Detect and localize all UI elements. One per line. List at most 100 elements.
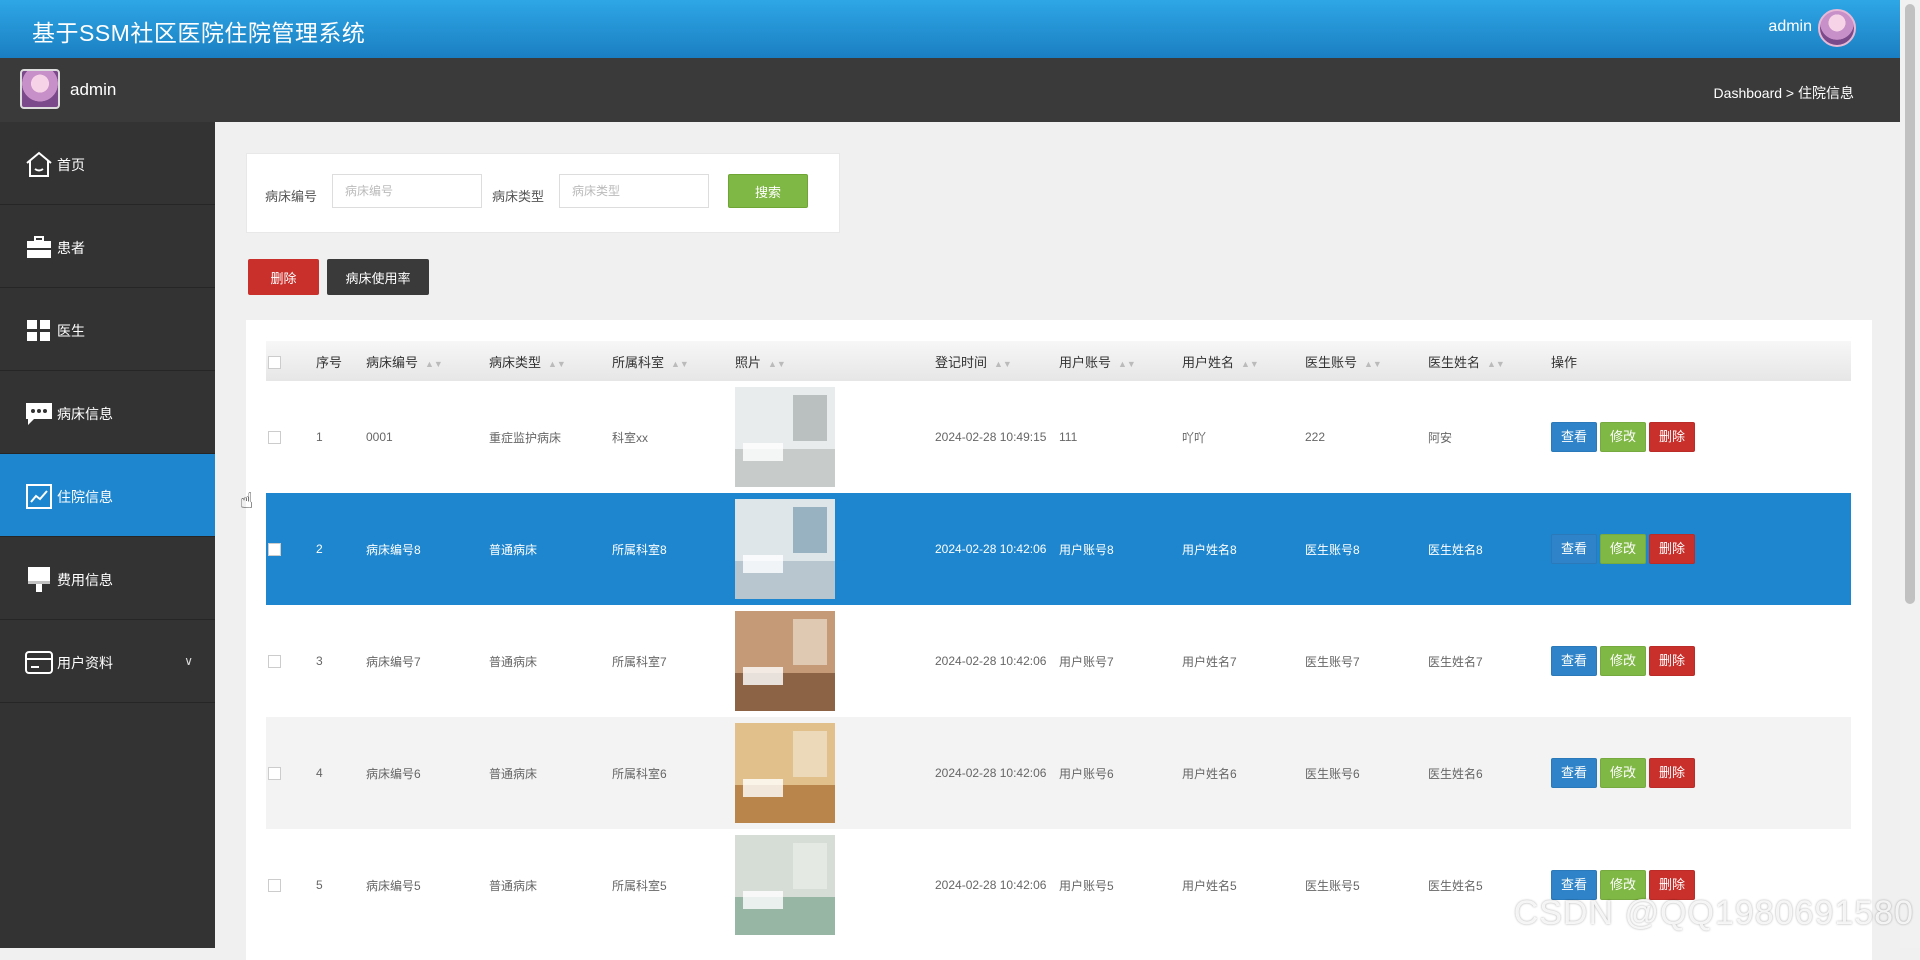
- sidebar-item-patients[interactable]: 患者: [0, 205, 215, 288]
- sidebar-user-name: admin: [70, 80, 117, 99]
- table-panel: 序号 病床编号 ▲▼ 病床类型 ▲▼ 所属科室 ▲▼ 照片 ▲▼ 登记时间 ▲▼ 用户账号…: [246, 320, 1872, 960]
- col-header: 操作: [1551, 354, 1578, 370]
- sidebar-item-label: 医生: [57, 323, 85, 339]
- row-checkbox[interactable]: [268, 543, 281, 557]
- doctor-account-cell: 医生账号5: [1305, 878, 1360, 893]
- ward-photo[interactable]: [735, 835, 835, 935]
- delete-button[interactable]: 删除: [1649, 422, 1696, 452]
- doctor-account-cell: 222: [1305, 430, 1326, 444]
- user-account-cell: 111: [1059, 430, 1078, 444]
- scrollbar-thumb[interactable]: [1905, 4, 1915, 604]
- top-avatar[interactable]: [1818, 9, 1856, 47]
- col-header[interactable]: 用户账号 ▲▼: [1059, 341, 1182, 381]
- app-title: 基于SSM社区医院住院管理系统: [32, 20, 366, 46]
- user-name-cell: 用户姓名5: [1182, 878, 1237, 893]
- register-time-cell: 2024-02-28 10:42:06: [935, 878, 1047, 892]
- edit-button[interactable]: 修改: [1600, 646, 1647, 676]
- col-header[interactable]: 医生姓名 ▲▼: [1428, 341, 1551, 381]
- table-row[interactable]: 1 0001 重症监护病床 科室xx 2024-02-28 10:49:15 111 吖吖 2…: [266, 381, 1851, 493]
- bed-type-label: 病床类型: [492, 189, 545, 204]
- select-all-checkbox[interactable]: [268, 355, 281, 369]
- batch-delete-button[interactable]: 删除: [248, 259, 319, 295]
- watermark: CSDN @QQ1980691580: [1513, 894, 1914, 932]
- sidebar-item-label: 首页: [57, 157, 85, 173]
- user-account-cell: 用户账号8: [1059, 542, 1114, 557]
- dept-cell: 所属科室7: [612, 654, 667, 669]
- sidebar-item-label: 患者: [57, 240, 85, 256]
- table-row[interactable]: 2 病床编号8 普通病床 所属科室8 2024-02-28 10:42:06 用户账号8 用…: [266, 493, 1851, 605]
- row-index: 2: [316, 542, 323, 556]
- col-header[interactable]: 病床类型 ▲▼: [489, 341, 612, 381]
- delete-button[interactable]: 删除: [1649, 534, 1696, 564]
- ward-photo[interactable]: [735, 611, 835, 711]
- col-header[interactable]: 用户姓名 ▲▼: [1182, 341, 1305, 381]
- doctor-name-cell: 医生姓名5: [1428, 878, 1483, 893]
- row-index: 1: [316, 430, 323, 444]
- bed-no-label: 病床编号: [265, 189, 318, 204]
- table-row[interactable]: 4 病床编号6 普通病床 所属科室6 2024-02-28 10:42:06 用户账号6 用…: [266, 717, 1851, 829]
- ward-photo[interactable]: [735, 723, 835, 823]
- admission-table: 序号 病床编号 ▲▼ 病床类型 ▲▼ 所属科室 ▲▼ 照片 ▲▼ 登记时间 ▲▼ 用户账号…: [266, 341, 1851, 941]
- doctor-account-cell: 医生账号6: [1305, 766, 1360, 781]
- top-bar: 基于SSM社区医院住院管理系统 admin: [0, 0, 1900, 58]
- view-button[interactable]: 查看: [1551, 758, 1598, 788]
- view-button[interactable]: 查看: [1551, 534, 1598, 564]
- mouse-pointer-icon: ☝: [240, 488, 254, 513]
- ward-photo[interactable]: [735, 387, 835, 487]
- sidebar-item-home[interactable]: 首页: [0, 122, 215, 205]
- sort-icon: ▲▼: [994, 358, 1012, 369]
- delete-button[interactable]: 删除: [1649, 758, 1696, 788]
- bed-no-input[interactable]: [332, 174, 482, 208]
- sidebar-item-admission[interactable]: 住院信息: [0, 454, 215, 537]
- view-button[interactable]: 查看: [1551, 422, 1598, 452]
- row-checkbox[interactable]: [268, 767, 281, 781]
- bed-type-input[interactable]: [559, 174, 709, 208]
- sidebar-item-fees[interactable]: 费用信息: [0, 537, 215, 620]
- col-header[interactable]: 所属科室 ▲▼: [612, 341, 735, 381]
- edit-button[interactable]: 修改: [1600, 758, 1647, 788]
- breadcrumb[interactable]: Dashboard > 住院信息: [1714, 83, 1854, 103]
- sidebar-user-avatar: [20, 69, 60, 109]
- page-scrollbar[interactable]: [1900, 0, 1920, 948]
- ward-photo[interactable]: [735, 499, 835, 599]
- col-header[interactable]: 病床编号 ▲▼: [366, 341, 489, 381]
- row-index: 5: [316, 878, 323, 892]
- user-name-cell: 用户姓名6: [1182, 766, 1237, 781]
- doctor-name-cell: 医生姓名6: [1428, 766, 1483, 781]
- sidebar-item-beds[interactable]: 病床信息: [0, 371, 215, 454]
- col-header[interactable]: 照片 ▲▼: [735, 341, 935, 381]
- row-checkbox[interactable]: [268, 655, 281, 669]
- row-index: 3: [316, 654, 323, 668]
- sort-icon: ▲▼: [1364, 358, 1382, 369]
- doctor-name-cell: 医生姓名7: [1428, 654, 1483, 669]
- sidebar-item-doctors[interactable]: 医生: [0, 288, 215, 371]
- search-button[interactable]: 搜索: [728, 174, 808, 208]
- chevron-down-icon[interactable]: ∨: [184, 654, 193, 668]
- top-user-name[interactable]: admin: [1768, 18, 1812, 36]
- sort-icon: ▲▼: [1487, 358, 1505, 369]
- briefcase-icon: [27, 236, 51, 258]
- row-checkbox[interactable]: [268, 431, 281, 445]
- edit-button[interactable]: 修改: [1600, 534, 1647, 564]
- bed-usage-rate-button[interactable]: 病床使用率: [327, 259, 429, 295]
- user-name-cell: 用户姓名7: [1182, 654, 1237, 669]
- col-header[interactable]: 登记时间 ▲▼: [935, 341, 1059, 381]
- register-time-cell: 2024-02-28 10:42:06: [935, 542, 1047, 556]
- sort-icon: ▲▼: [1118, 358, 1136, 369]
- edit-button[interactable]: 修改: [1600, 422, 1647, 452]
- sort-icon: ▲▼: [671, 358, 689, 369]
- row-checkbox[interactable]: [268, 879, 281, 893]
- bed-no-cell: 病床编号8: [366, 542, 421, 557]
- sort-icon: ▲▼: [425, 358, 443, 369]
- col-header[interactable]: 医生账号 ▲▼: [1305, 341, 1428, 381]
- sidebar-item-label: 病床信息: [57, 406, 113, 422]
- user-account-cell: 用户账号5: [1059, 878, 1114, 893]
- sidebar-item-profile[interactable]: 用户资料 ∨: [0, 620, 215, 703]
- bed-type-cell: 普通病床: [489, 542, 538, 557]
- register-time-cell: 2024-02-28 10:42:06: [935, 766, 1047, 780]
- bed-type-cell: 重症监护病床: [489, 430, 562, 445]
- dept-cell: 所属科室8: [612, 542, 667, 557]
- table-row[interactable]: 3 病床编号7 普通病床 所属科室7 2024-02-28 10:42:06 用户账号7 用…: [266, 605, 1851, 717]
- delete-button[interactable]: 删除: [1649, 646, 1696, 676]
- view-button[interactable]: 查看: [1551, 646, 1598, 676]
